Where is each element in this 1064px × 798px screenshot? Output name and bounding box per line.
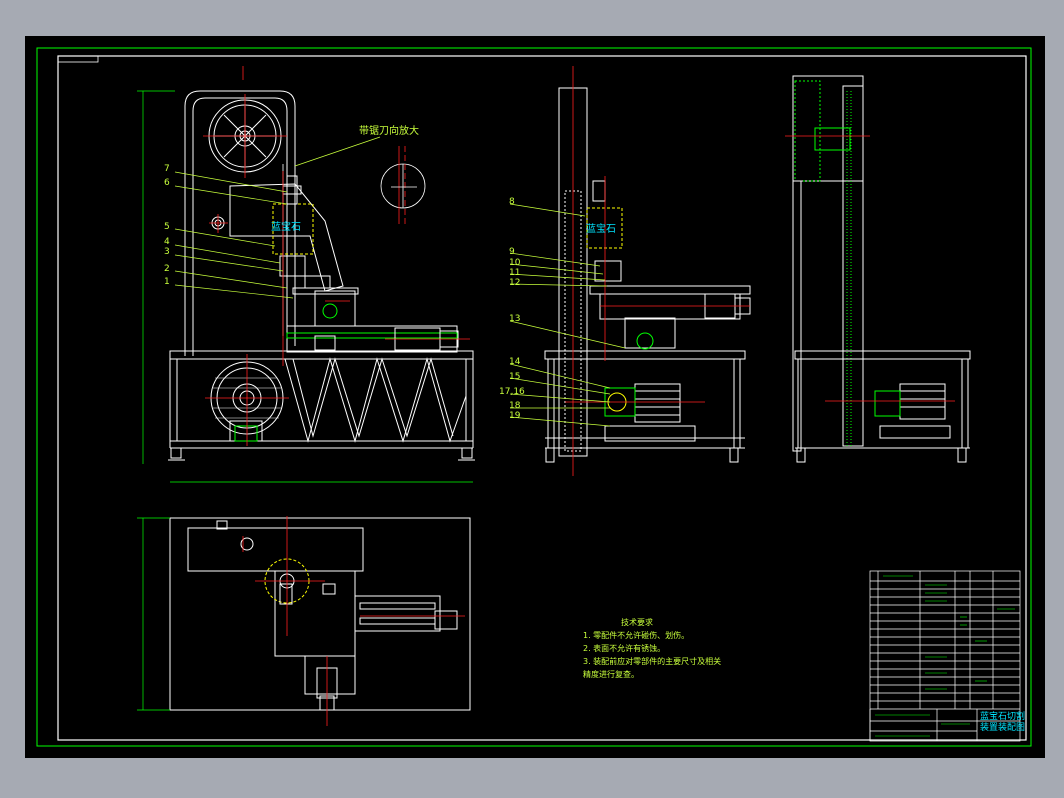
tech-requirements: 技术要求 1. 零配件不允许碰伤、划伤。 2. 表面不允许有锈蚀。 3. 装配前…	[583, 616, 721, 681]
side-leaders	[509, 203, 626, 427]
tech-line-4: 精度进行复查。	[583, 670, 639, 679]
balloon-side-5: 12	[509, 278, 521, 288]
balloon-side-1: 8	[509, 197, 515, 207]
inner-border	[57, 55, 1027, 741]
detail-callout	[294, 136, 426, 224]
drawing-title-line-2: 装置装配图	[980, 723, 1026, 733]
drawing-canvas[interactable]	[25, 36, 1045, 758]
drawing-title: 蓝宝石切割 装置装配图	[980, 712, 1025, 734]
balloon-front-6: 2	[164, 264, 170, 274]
balloon-front-3: 5	[164, 222, 170, 232]
balloon-side-11: 19	[509, 411, 521, 421]
right-centerlines	[785, 135, 955, 402]
tech-line-1: 1. 零配件不允许碰伤、划伤。	[583, 631, 690, 640]
tech-line-2: 2. 表面不允许有锈蚀。	[583, 644, 666, 653]
balloon-side-6: 13	[509, 314, 521, 324]
callout-label: 带锯刀向放大	[359, 126, 419, 137]
balloon-front-7: 1	[164, 277, 170, 287]
balloon-side-8: 15	[509, 372, 521, 382]
balloon-front-4: 4	[164, 237, 170, 247]
balloon-front-2: 6	[164, 178, 170, 188]
balloon-side-7: 14	[509, 357, 521, 367]
front-centerlines	[203, 66, 470, 446]
part-label-front: 蓝宝石	[271, 222, 301, 233]
balloon-side-2: 9	[509, 247, 515, 257]
outer-border	[36, 47, 1032, 747]
balloon-side-9: 17,16	[499, 387, 525, 397]
balloon-side-4: 11	[509, 268, 521, 278]
balloon-front-1: 7	[164, 164, 170, 174]
cad-model-space[interactable]: 带锯刀向放大 蓝宝石 蓝宝石 7 6 5 4 3 2 1 8 9 10 11 1…	[25, 36, 1045, 758]
side-view	[544, 87, 751, 463]
tech-heading: 技术要求	[621, 618, 653, 627]
right-view	[792, 75, 971, 463]
balloon-side-10: 18	[509, 401, 521, 411]
drawing-title-line-1: 蓝宝石切割	[980, 712, 1026, 722]
plan-view	[137, 517, 471, 711]
tech-line-3: 3. 装配前应对零部件的主要尺寸及相关	[583, 657, 722, 666]
part-label-side: 蓝宝石	[586, 224, 616, 235]
balloon-front-5: 3	[164, 247, 170, 257]
balloon-side-3: 10	[509, 258, 521, 268]
